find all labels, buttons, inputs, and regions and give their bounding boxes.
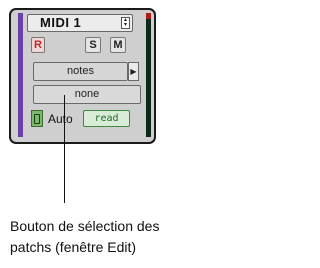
track-name-field[interactable]: MIDI 1 ▴ ▾ xyxy=(27,14,133,32)
level-meter xyxy=(146,13,151,137)
automation-label: Auto xyxy=(48,112,73,126)
solo-button[interactable]: S xyxy=(85,37,101,53)
automation-row: Auto read xyxy=(31,109,146,129)
patch-select-button[interactable]: none xyxy=(33,85,141,104)
callout-line xyxy=(64,95,65,203)
midi-track-strip: MIDI 1 ▴ ▾ R S M notes ▶ none Auto read xyxy=(9,8,156,144)
record-enable-button[interactable]: R xyxy=(31,37,45,53)
caption-line-1: Bouton de sélection des xyxy=(10,218,160,234)
mute-button[interactable]: M xyxy=(110,37,126,53)
automation-enable-icon[interactable] xyxy=(31,110,43,127)
clip-indicator xyxy=(146,13,151,19)
track-name: MIDI 1 xyxy=(40,15,82,30)
midi-input-selector[interactable]: notes xyxy=(33,62,128,81)
track-name-stepper-icon[interactable]: ▴ ▾ xyxy=(121,17,130,29)
callout-caption: Bouton de sélection des patchs (fenêtre … xyxy=(10,216,216,258)
automation-mode-selector[interactable]: read xyxy=(83,110,130,127)
caption-line-2: patchs (fenêtre Edit) xyxy=(10,239,137,255)
chevron-right-icon[interactable]: ▶ xyxy=(128,62,139,81)
track-color-bar xyxy=(18,13,23,137)
